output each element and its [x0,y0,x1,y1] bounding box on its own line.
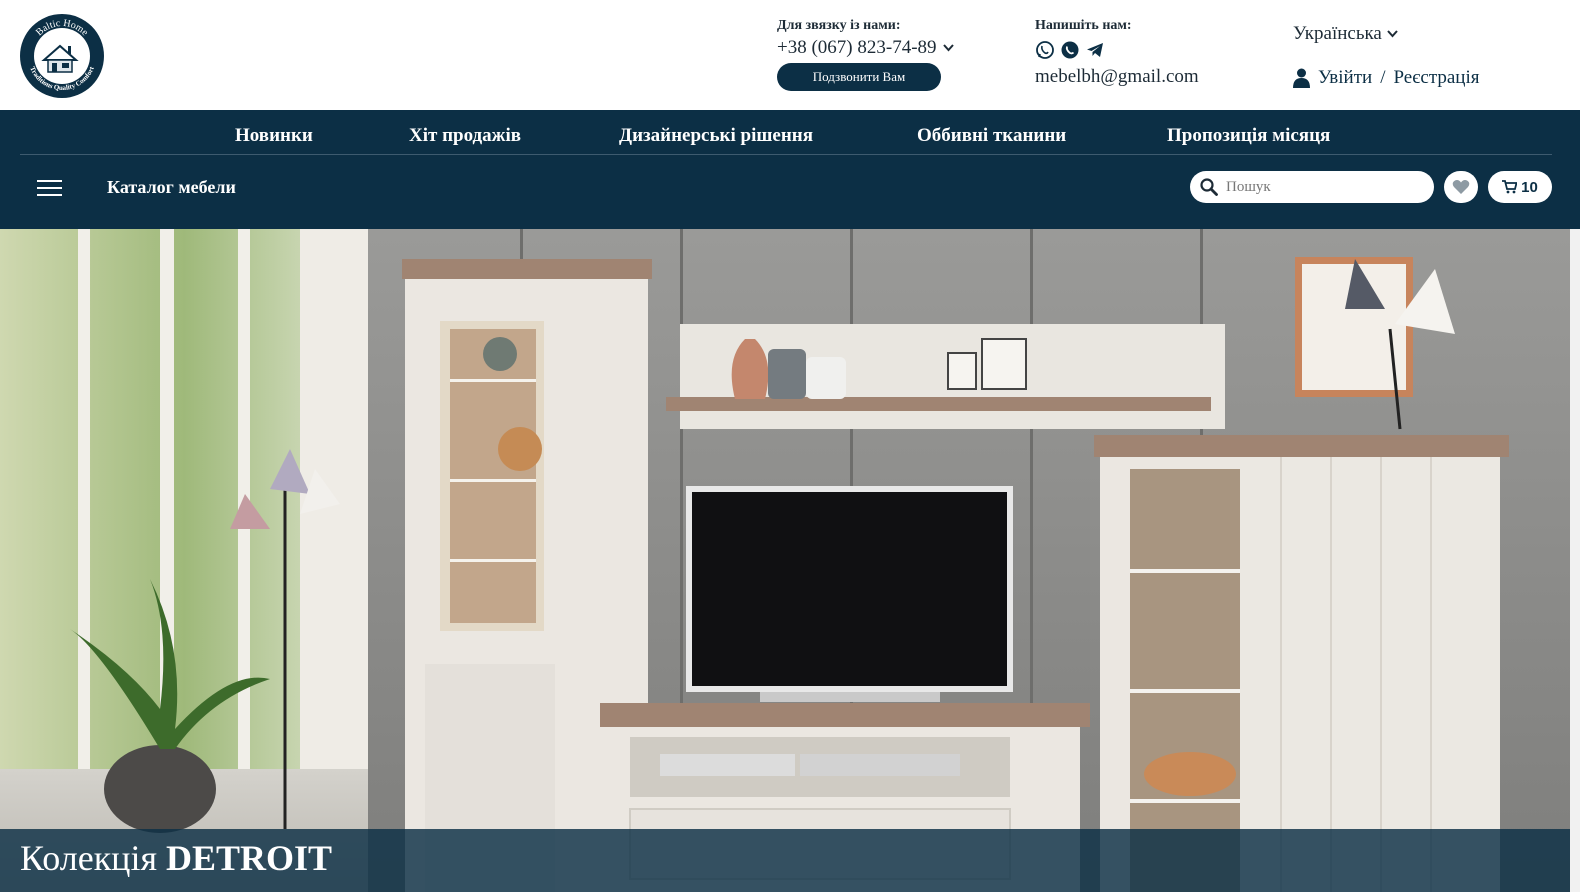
contact-block: Для звязку із нами: +38 (067) 823-74-89 … [777,18,954,91]
logo[interactable]: Baltic Home Traditions Quality Comfort [18,12,106,100]
top-menu: Новинки Хіт продажів Дизайнерські рішенн… [0,110,1580,154]
write-label: Напишіть нам: [1035,18,1132,33]
menu-item-fabrics[interactable]: Оббивні тканини [917,125,1066,147]
viber-icon[interactable] [1035,40,1055,60]
menu-item-design-solutions[interactable]: Дизайнерські рішення [619,125,813,147]
phone-dropdown[interactable]: +38 (067) 823-74-89 [777,37,954,59]
menu-item-month-offer[interactable]: Пропозиція місяця [1167,125,1330,147]
cart-count: 10 [1521,178,1538,196]
page-scrollbar[interactable] [1570,229,1580,892]
catalog-link[interactable]: Каталог мебели [107,177,236,198]
hero-title-name: DETROIT [166,838,333,878]
account-links: Увійти / Реєстрація [1293,67,1479,89]
login-link[interactable]: Увійти [1318,67,1372,89]
menu-item-new[interactable]: Новинки [235,125,313,147]
search-icon[interactable] [1200,178,1218,196]
user-icon [1293,68,1310,88]
write-us-block: Напишіть нам: mebelbh@gmail.com [1035,18,1199,88]
telegram-icon[interactable] [1085,40,1105,60]
search-input[interactable] [1226,178,1416,196]
cart-icon[interactable] [1502,180,1518,194]
search-box [1190,171,1434,203]
site-header: Baltic Home Traditions Quality Comfort Д… [0,0,1580,110]
language-select[interactable]: Українська [1293,23,1398,45]
email-link[interactable]: mebelbh@gmail.com [1035,66,1199,88]
heart-icon[interactable] [1452,179,1470,195]
main-navbar: Новинки Хіт продажів Дизайнерські рішенн… [0,110,1580,229]
nav-divider [20,154,1552,155]
chevron-down-icon[interactable] [942,44,954,52]
whatsapp-icon[interactable] [1060,40,1080,60]
hamburger-menu-icon[interactable] [37,180,62,196]
hero-banner[interactable]: Колекція DETROIT [0,229,1570,892]
menu-item-bestsellers[interactable]: Хіт продажів [409,125,521,147]
account-separator: / [1380,67,1386,88]
hero-caption: Колекція DETROIT [0,829,1570,892]
contact-label: Для звязку із нами: [777,18,901,33]
hero-image [0,229,1570,892]
register-link[interactable]: Реєстрація [1393,67,1479,89]
hero-title: Колекція DETROIT [20,837,332,879]
chevron-down-icon[interactable] [1387,30,1398,38]
hero-title-prefix: Колекція [20,838,158,878]
phone-number[interactable]: +38 (067) 823-74-89 [777,37,937,59]
favorites-button[interactable] [1444,171,1478,203]
language-label[interactable]: Українська [1293,23,1382,45]
callback-button[interactable]: Подзвонити Вам [777,63,941,91]
cart-button[interactable]: 10 [1488,171,1552,203]
